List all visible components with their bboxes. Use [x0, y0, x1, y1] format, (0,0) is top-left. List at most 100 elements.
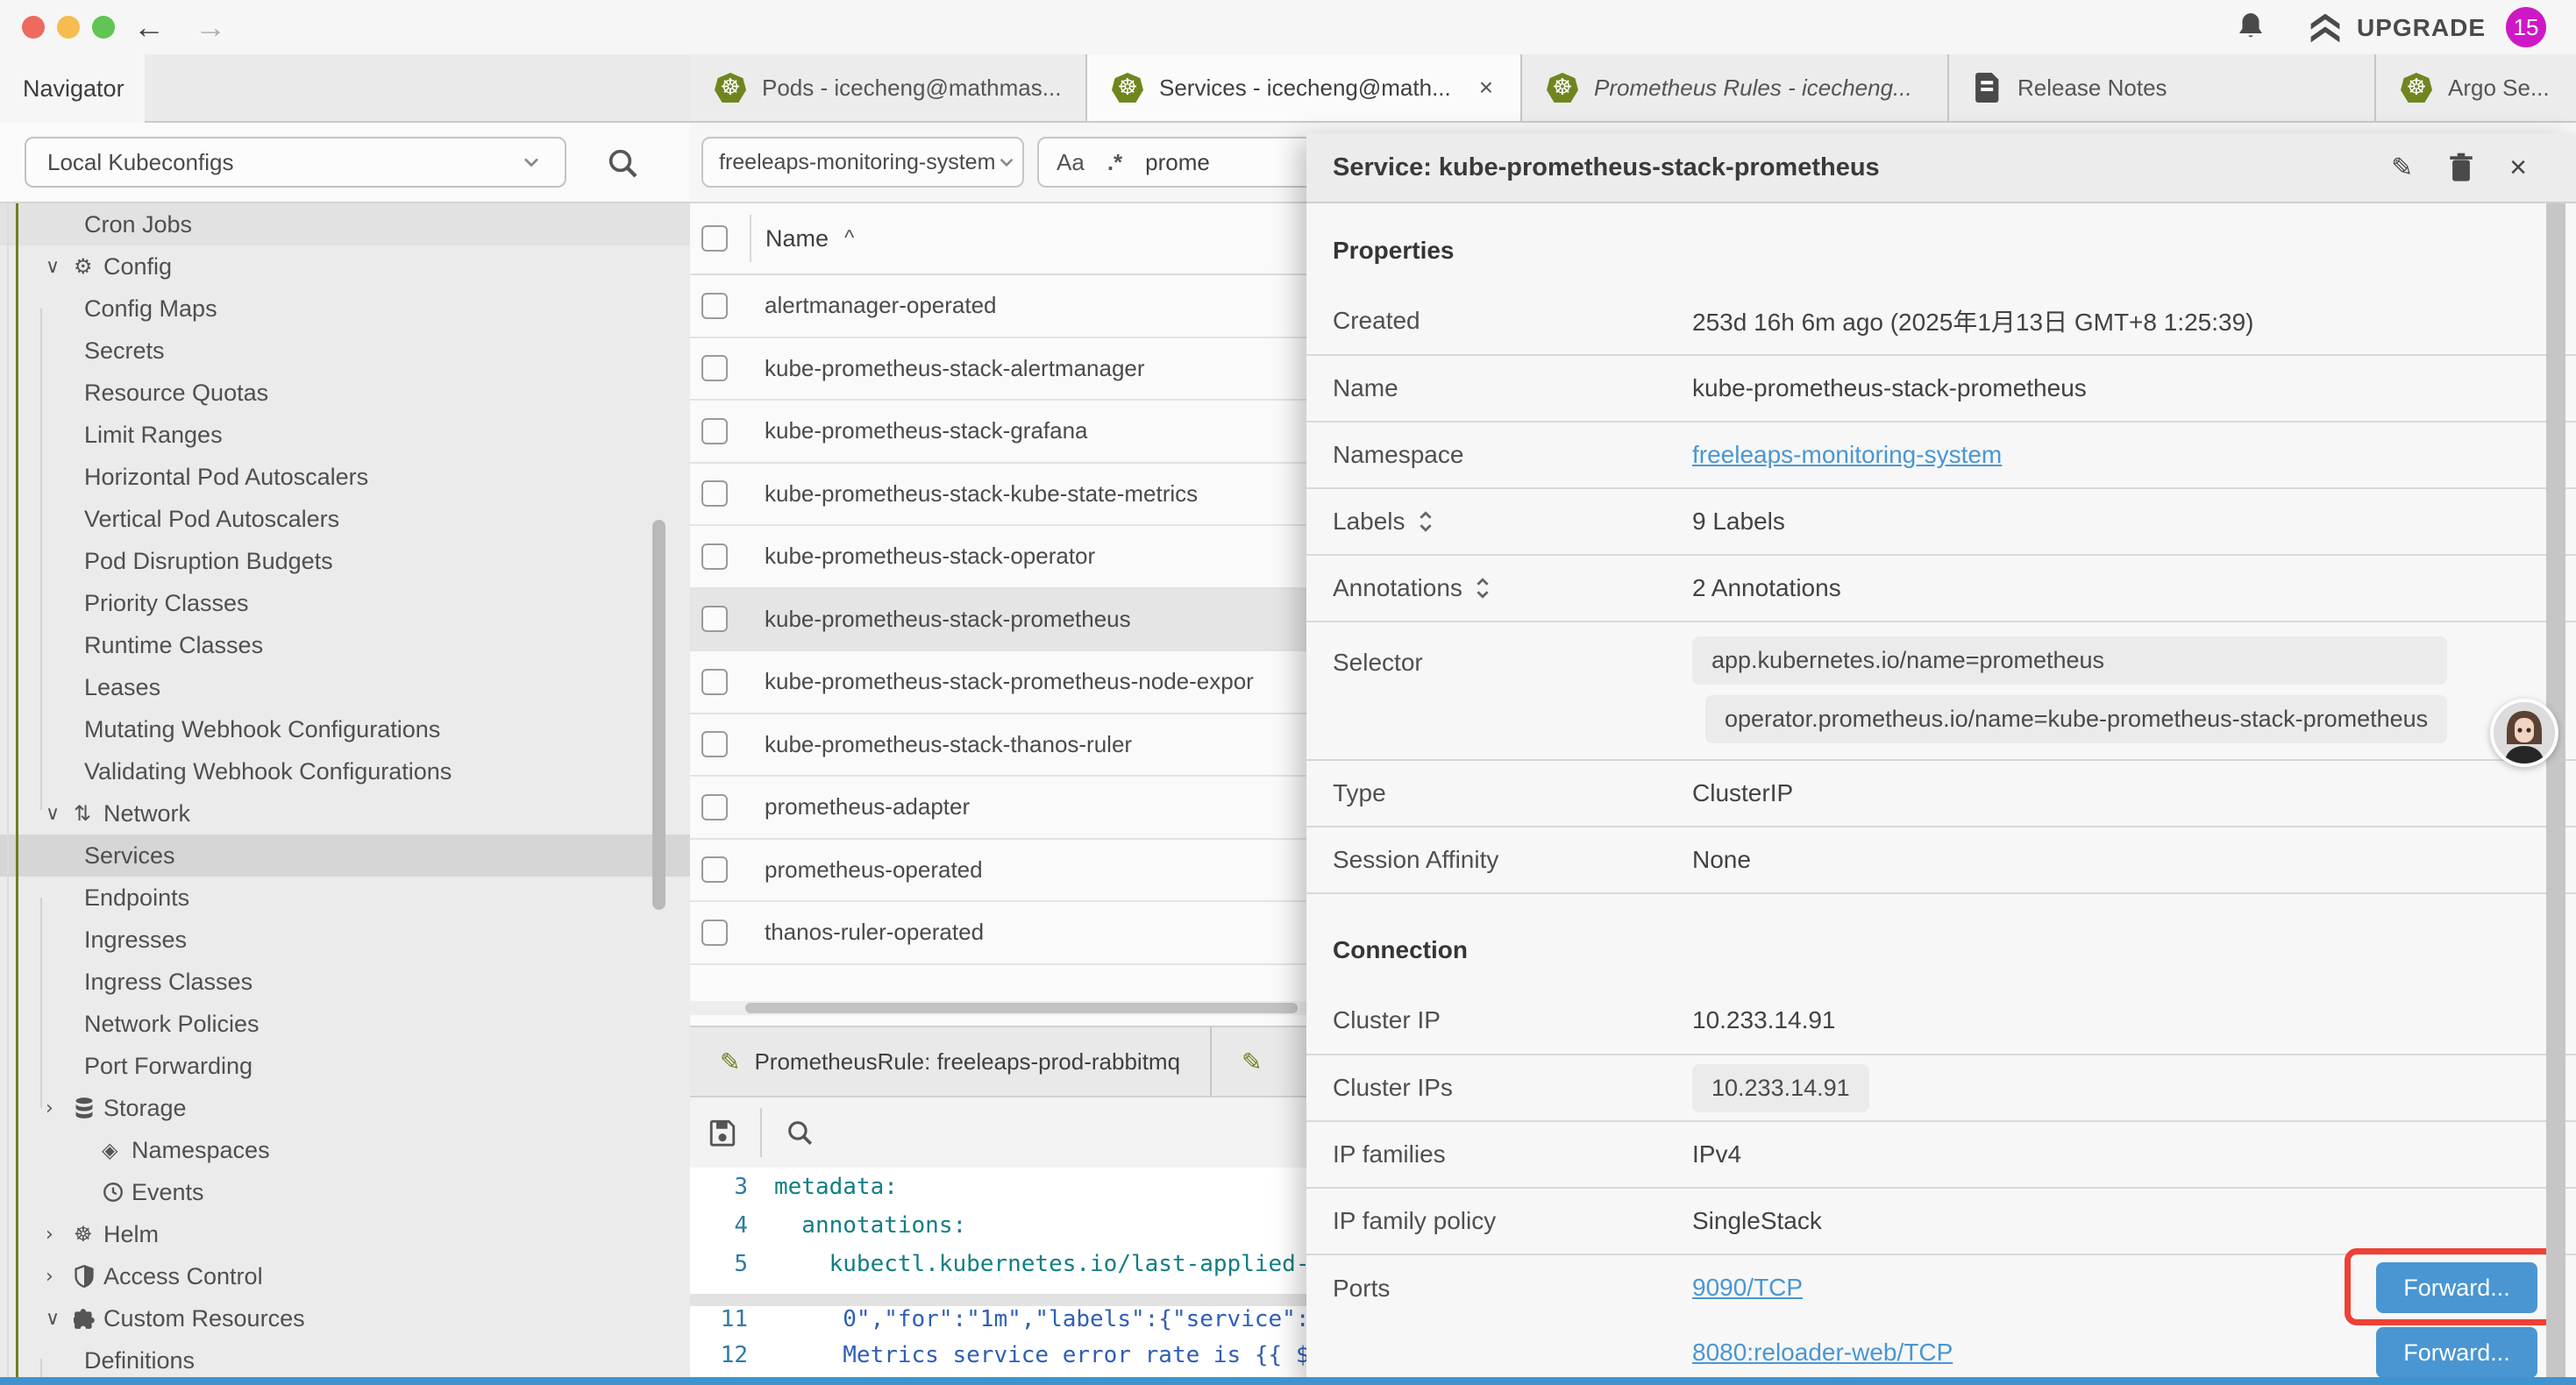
sidebar-item-ingress-classes[interactable]: Ingress Classes: [0, 961, 690, 1003]
tab-prometheus-rules[interactable]: ☸ Prometheus Rules - icecheng...: [1522, 54, 1949, 121]
editor-search-icon[interactable]: [785, 1118, 815, 1147]
save-icon[interactable]: [708, 1118, 737, 1147]
sidebar-item-pod-disruption-budgets[interactable]: Pod Disruption Budgets: [0, 540, 690, 582]
row-checkbox[interactable]: [701, 794, 728, 820]
sidebar-item-mutating-webhook-configurations[interactable]: Mutating Webhook Configurations: [0, 708, 690, 750]
sidebar-item-limit-ranges[interactable]: Limit Ranges: [0, 414, 690, 456]
sidebar-item-vertical-pod-autoscalers[interactable]: Vertical Pod Autoscalers: [0, 498, 690, 540]
sidebar-item-storage[interactable]: ›Storage: [0, 1087, 690, 1129]
editor-horizontal-scrollbar[interactable]: [690, 1294, 1306, 1306]
row-checkbox[interactable]: [701, 355, 728, 381]
sidebar-item-resource-quotas[interactable]: Resource Quotas: [0, 372, 690, 414]
forward-button[interactable]: Forward...: [2376, 1327, 2537, 1378]
port-link[interactable]: 8080:reloader-web/TCP: [1692, 1339, 1953, 1367]
scrollbar-thumb[interactable]: [745, 1003, 1298, 1013]
table-row[interactable]: kube-prometheus-stack-prometheus-node-ex…: [690, 651, 1306, 714]
sidebar-item-port-forwarding[interactable]: Port Forwarding: [0, 1045, 690, 1087]
cluster-ip-chip: 10.233.14.91: [1692, 1064, 1869, 1112]
table-row[interactable]: thanos-ruler-operated: [690, 902, 1306, 965]
row-checkbox[interactable]: [701, 293, 728, 319]
select-all-checkbox[interactable]: [701, 225, 728, 252]
tab-navigator[interactable]: Navigator: [0, 54, 145, 123]
port-link[interactable]: 9090/TCP: [1692, 1274, 1803, 1302]
sidebar-item-secrets[interactable]: Secrets: [0, 330, 690, 372]
sidebar-item-ingresses[interactable]: Ingresses: [0, 919, 690, 961]
regex-icon[interactable]: .*: [1107, 149, 1122, 176]
avatar[interactable]: [2490, 699, 2558, 767]
table-row[interactable]: kube-prometheus-stack-grafana: [690, 401, 1306, 464]
forward-button[interactable]: →: [195, 7, 226, 47]
namespace-selector[interactable]: freeleaps-monitoring-system: [701, 137, 1024, 188]
row-checkbox[interactable]: [701, 606, 728, 632]
row-checkbox[interactable]: [701, 543, 728, 570]
maximize-window-button[interactable]: [92, 16, 115, 39]
filter-search-input[interactable]: Aa .* prome: [1037, 137, 1306, 188]
close-window-button[interactable]: [22, 16, 45, 39]
table-row[interactable]: kube-prometheus-stack-thanos-ruler: [690, 714, 1306, 778]
sort-updown-icon[interactable]: [1475, 576, 1491, 600]
port-line: 8080:reloader-web/TCP Forward...: [1692, 1320, 2576, 1385]
notifications-bell-icon[interactable]: [2234, 11, 2267, 44]
profile-badge[interactable]: 15: [2506, 7, 2546, 47]
sort-updown-icon[interactable]: [1418, 509, 1434, 534]
table-row[interactable]: kube-prometheus-stack-kube-state-metrics: [690, 464, 1306, 527]
name-column-header[interactable]: Name: [765, 225, 829, 252]
sidebar-item-services[interactable]: Services: [0, 835, 690, 877]
sidebar-item-events[interactable]: Events: [0, 1171, 690, 1213]
row-checkbox[interactable]: [701, 856, 728, 883]
tab-pods[interactable]: ☸ Pods - icecheng@mathmas...: [690, 54, 1087, 121]
sidebar-item-endpoints[interactable]: Endpoints: [0, 877, 690, 919]
table-row[interactable]: kube-prometheus-stack-alertmanager: [690, 338, 1306, 401]
sort-ascending-icon[interactable]: ^: [844, 226, 854, 251]
row-checkbox[interactable]: [701, 731, 728, 757]
namespace-link[interactable]: freeleaps-monitoring-system: [1692, 441, 2002, 469]
editor-tab-prometheusrule[interactable]: ✎ PrometheusRule: freeleaps-prod-rabbitm…: [690, 1027, 1212, 1096]
sidebar-item-definitions[interactable]: Definitions: [0, 1339, 690, 1381]
tree-accent-line: [16, 203, 18, 1385]
back-button[interactable]: ←: [133, 7, 165, 47]
row-checkbox[interactable]: [701, 480, 728, 507]
tab-services[interactable]: ☸ Services - icecheng@math... ×: [1087, 54, 1522, 121]
sidebar-item-cron-jobs[interactable]: Cron Jobs: [0, 203, 690, 245]
search-icon[interactable]: [605, 146, 640, 181]
row-checkbox[interactable]: [701, 920, 728, 946]
sidebar-item-runtime-classes[interactable]: Runtime Classes: [0, 624, 690, 666]
close-drawer-icon[interactable]: ×: [2509, 151, 2527, 185]
upgrade-button[interactable]: UPGRADE: [2357, 14, 2486, 42]
edit-pencil-icon[interactable]: ✎: [2391, 153, 2413, 183]
table-row-selected[interactable]: kube-prometheus-stack-prometheus: [690, 589, 1306, 652]
table-row[interactable]: alertmanager-operated: [690, 275, 1306, 338]
delete-trash-icon[interactable]: [2448, 153, 2474, 182]
table-row[interactable]: kube-prometheus-stack-operator: [690, 526, 1306, 589]
sidebar-item-network-policies[interactable]: Network Policies: [0, 1003, 690, 1045]
sidebar-scrollbar[interactable]: [652, 520, 665, 910]
sidebar-item-horizontal-pod-autoscalers[interactable]: Horizontal Pod Autoscalers: [0, 456, 690, 498]
sidebar-item-config[interactable]: ∨⚙Config: [0, 245, 690, 288]
sidebar-item-priority-classes[interactable]: Priority Classes: [0, 582, 690, 624]
horizontal-scrollbar[interactable]: [690, 1001, 1306, 1015]
search-query-text: prome: [1145, 149, 1210, 176]
tab-release-notes[interactable]: Release Notes: [1949, 54, 2376, 121]
tab-argo[interactable]: ☸ Argo Se...: [2376, 54, 2576, 121]
close-tab-icon[interactable]: ×: [1479, 74, 1493, 102]
editor-tab-partial[interactable]: ✎: [1212, 1027, 1292, 1096]
sidebar-item-network[interactable]: ∨⇅Network: [0, 792, 690, 835]
sidebar-item-config-maps[interactable]: Config Maps: [0, 288, 690, 330]
row-checkbox[interactable]: [701, 418, 728, 444]
sidebar-item-validating-webhook-configurations[interactable]: Validating Webhook Configurations: [0, 750, 690, 792]
match-case-icon[interactable]: Aa: [1057, 149, 1085, 176]
sidebar-item-access-control[interactable]: ›Access Control: [0, 1255, 690, 1297]
sidebar-item-leases[interactable]: Leases: [0, 666, 690, 708]
drawer-scrollbar[interactable]: [2546, 203, 2565, 1385]
kubeconfig-selector[interactable]: Local Kubeconfigs: [25, 137, 566, 188]
sidebar-item-namespaces[interactable]: ◈Namespaces: [0, 1129, 690, 1171]
property-row-type: Type ClusterIP: [1306, 759, 2576, 826]
row-checkbox[interactable]: [701, 669, 728, 695]
table-row[interactable]: prometheus-operated: [690, 840, 1306, 903]
yaml-editor[interactable]: 3metadata: 4 annotations: 5 kubectl.kube…: [690, 1168, 1306, 1385]
minimize-window-button[interactable]: [57, 16, 80, 39]
sidebar-item-helm[interactable]: ›☸Helm: [0, 1213, 690, 1255]
upgrade-icon[interactable]: [2308, 12, 2343, 44]
table-row[interactable]: prometheus-adapter: [690, 777, 1306, 840]
sidebar-item-custom-resources[interactable]: ∨Custom Resources: [0, 1297, 690, 1339]
